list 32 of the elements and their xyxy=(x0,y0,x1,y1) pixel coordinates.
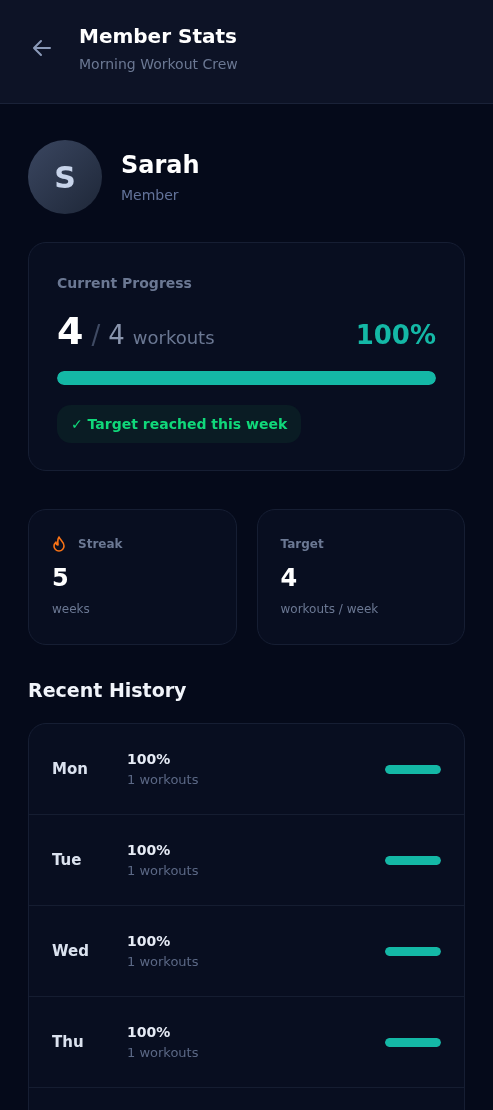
group-name: Morning Workout Crew xyxy=(79,55,238,72)
separator: / xyxy=(91,320,101,350)
page-title: Member Stats xyxy=(79,23,238,48)
flame-icon xyxy=(52,536,66,552)
workout-count: 1 workouts xyxy=(127,772,200,787)
day-percent: 100% xyxy=(127,1024,172,1040)
day-label: Wed xyxy=(52,942,90,960)
day-label: Mon xyxy=(52,760,89,778)
target-count: 4 xyxy=(108,320,125,350)
day-percent: 100% xyxy=(127,933,172,949)
done-count: 4 xyxy=(57,309,84,353)
day-label: Tue xyxy=(52,851,83,869)
status-badge: ✓ Target reached this week xyxy=(57,405,302,443)
member-name: Sarah xyxy=(121,151,200,179)
stat-label: Streak xyxy=(78,537,123,551)
day-label: Thu xyxy=(52,1033,85,1051)
workout-count: 1 workouts xyxy=(127,1045,200,1060)
day-percent: 100% xyxy=(127,842,172,858)
workout-count: 1 workouts xyxy=(127,863,200,878)
stat-label: Target xyxy=(280,537,324,551)
workout-count: 1 workouts xyxy=(127,954,200,969)
progress-label: Current Progress xyxy=(57,275,193,291)
stat-unit: weeks xyxy=(52,602,91,616)
stat-unit: workouts / week xyxy=(280,602,380,616)
percent-value: 100% xyxy=(355,320,436,350)
avatar: S xyxy=(28,140,102,214)
stat-value: 5 xyxy=(52,564,70,592)
unit-label: workouts xyxy=(132,327,215,348)
day-percent: 100% xyxy=(127,751,172,767)
stat-value: 4 xyxy=(280,564,299,592)
section-title: Recent History xyxy=(28,679,188,701)
member-role: Member xyxy=(121,187,180,203)
